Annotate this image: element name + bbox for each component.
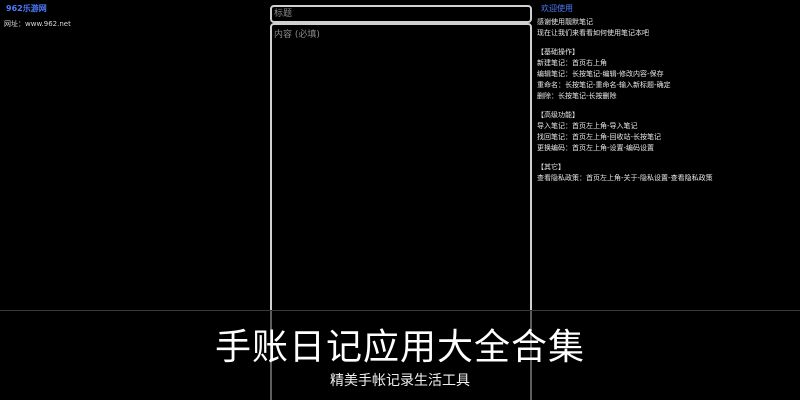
banner-title: 手账日记应用大全合集 — [214, 327, 585, 368]
help-other-item: 查看隐私政策：首页左上角-关于-隐私设置-查看隐私政策 — [537, 174, 713, 182]
help-advanced-heading: 【高级功能】 — [537, 111, 579, 119]
screen: 962乐游网 网址：www.962.net 欢迎使用 感谢使用靓默笔记 现在让我… — [0, 0, 800, 400]
site-url: 网址：www.962.net — [4, 20, 71, 28]
help-other-heading: 【其它】 — [537, 163, 565, 171]
site-name: 962乐游网 — [6, 4, 47, 13]
help-title: 欢迎使用 — [541, 4, 573, 13]
title-input[interactable] — [270, 5, 532, 23]
help-advanced-item: 找回笔记：首页左上角-回收站-长按笔记 — [537, 133, 662, 141]
site-watermark: 962乐游网 网址：www.962.net — [4, 3, 71, 30]
help-basic-heading: 【基础操作】 — [537, 48, 579, 56]
banner-subtitle: 精美手帐记录生活工具 — [330, 373, 470, 389]
help-advanced-item: 导入笔记：首页左上角-导入笔记 — [537, 122, 638, 130]
help-panel: 欢迎使用 感谢使用靓默笔记 现在让我们来看看如何使用笔记本吧 【基础操作】 新建… — [537, 3, 797, 184]
help-basic-item: 新建笔记：首页右上角 — [537, 59, 607, 67]
help-basic-item: 编辑笔记：长按笔记-编辑-修改内容-保存 — [537, 70, 664, 78]
help-intro-line: 现在让我们来看看如何使用笔记本吧 — [537, 29, 649, 37]
help-basic-item: 删除：长按笔记-长按删除 — [537, 92, 617, 100]
help-intro-line: 感谢使用靓默笔记 — [537, 18, 593, 26]
help-advanced-item: 更换编码：首页左上角-设置-编码设置 — [537, 144, 655, 152]
promo-banner: 手账日记应用大全合集 精美手帐记录生活工具 — [0, 310, 800, 400]
help-basic-item: 重命名：长按笔记-重命名-输入新标题-确定 — [537, 81, 671, 89]
